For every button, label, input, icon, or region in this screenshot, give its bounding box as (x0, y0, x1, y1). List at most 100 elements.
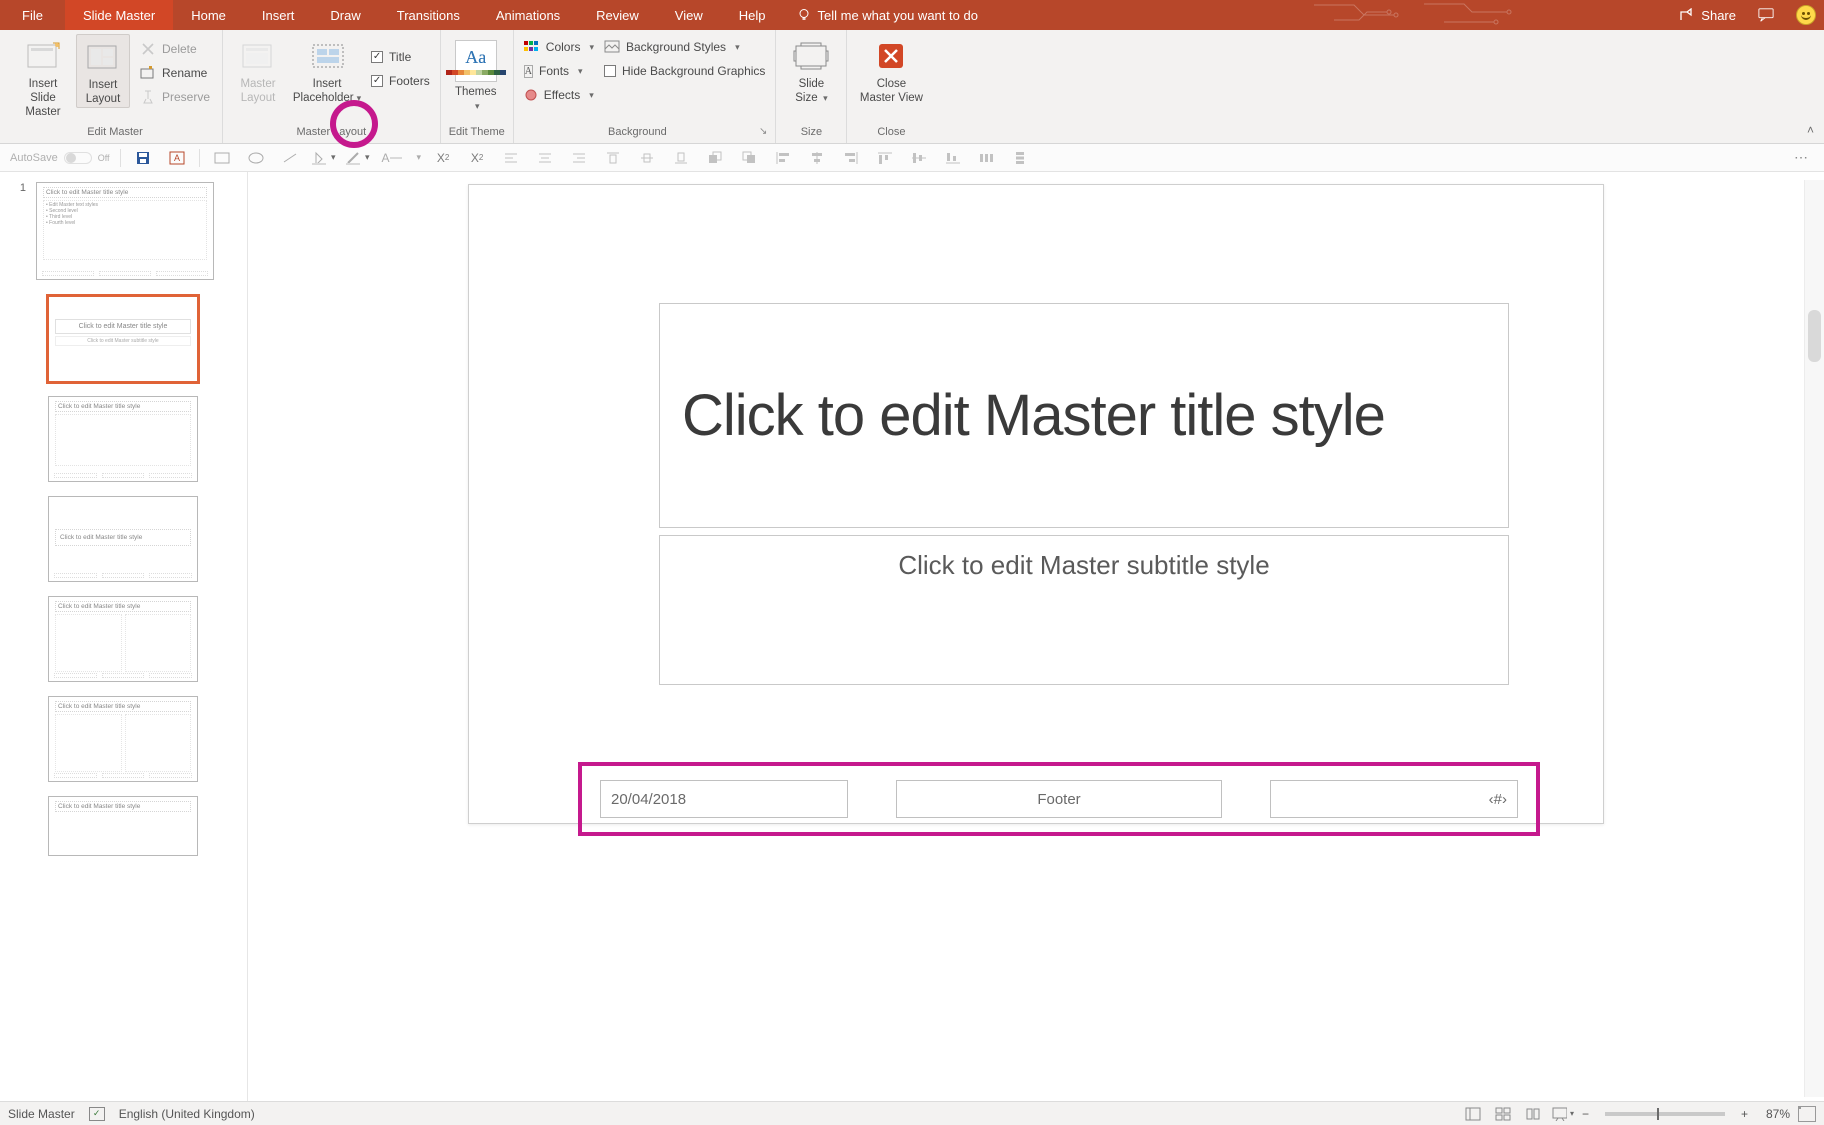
slide-number-placeholder[interactable]: ‹#› (1270, 780, 1518, 818)
align-center-button[interactable] (533, 148, 557, 168)
tab-view[interactable]: View (657, 0, 721, 30)
slide-size-button[interactable]: Slide Size ▾ (784, 34, 838, 106)
delete-icon (140, 41, 156, 57)
shape-ellipse-button[interactable] (244, 148, 268, 168)
footers-checkbox[interactable]: Footers (369, 72, 432, 90)
tab-draw[interactable]: Draw (312, 0, 378, 30)
status-language[interactable]: English (United Kingdom) (119, 1107, 255, 1121)
align-objects-right-button[interactable] (839, 148, 863, 168)
subscript-button[interactable]: X2 (431, 148, 455, 168)
insert-slide-master-button[interactable]: Insert Slide Master (16, 34, 70, 119)
shape-line-button[interactable] (278, 148, 302, 168)
subtitle-placeholder[interactable]: Click to edit Master subtitle style (659, 535, 1509, 685)
tell-me-search[interactable]: Tell me what you want to do (784, 0, 990, 30)
chevron-down-icon: ▾ (589, 42, 594, 53)
fonts-dropdown[interactable]: A Fonts▾ (522, 62, 596, 80)
background-styles-icon (604, 40, 620, 54)
footer-placeholder[interactable]: Footer (896, 780, 1222, 818)
group-label-size: Size (784, 124, 838, 141)
autosave-toggle[interactable]: AutoSave Off (10, 152, 110, 164)
align-objects-center-button[interactable] (805, 148, 829, 168)
slide-canvas-area[interactable]: Click to edit Master title style Click t… (248, 172, 1824, 1101)
tab-insert[interactable]: Insert (244, 0, 313, 30)
zoom-in-button[interactable]: + (1741, 1107, 1748, 1121)
insert-layout-button[interactable]: Insert Layout (76, 34, 130, 108)
background-styles-dropdown[interactable]: Background Styles▾ (602, 38, 767, 56)
tab-home[interactable]: Home (173, 0, 244, 30)
thumbnail-layout-title-only[interactable]: Click to edit Master title style (48, 796, 198, 856)
superscript-button[interactable]: X2 (465, 148, 489, 168)
title-placeholder[interactable]: Click to edit Master title style (659, 303, 1509, 528)
close-master-view-button[interactable]: Close Master View (855, 34, 927, 106)
delete-button[interactable]: Delete (136, 40, 214, 58)
text-box-button[interactable]: A (165, 148, 189, 168)
thumbnail-layout-title-slide[interactable]: Click to edit Master title style Click t… (48, 296, 198, 382)
thumb-footer (54, 773, 192, 778)
thumbnail-layout-comparison[interactable]: Click to edit Master title style (48, 696, 198, 782)
reading-view-button[interactable] (1522, 1105, 1544, 1123)
tab-slide-master[interactable]: Slide Master (65, 0, 173, 30)
font-color-button[interactable]: A (380, 148, 404, 168)
align-top-button[interactable] (601, 148, 625, 168)
distribute-vertical-button[interactable] (1009, 148, 1033, 168)
align-objects-top-button[interactable] (873, 148, 897, 168)
autosave-state: Off (98, 153, 110, 163)
feedback-smiley-icon[interactable] (1796, 5, 1816, 25)
align-objects-bottom-button[interactable] (941, 148, 965, 168)
thumb-title: Click to edit Master title style (55, 601, 191, 612)
align-left-button[interactable] (499, 148, 523, 168)
zoom-slider[interactable] (1605, 1112, 1725, 1116)
thumb-title: Click to edit Master title style (55, 529, 191, 546)
send-backward-button[interactable] (737, 148, 761, 168)
outline-color-button[interactable]: ▾ (346, 148, 370, 168)
overflow-button[interactable]: ⋯ (1794, 149, 1810, 166)
rename-button[interactable]: Rename (136, 64, 214, 82)
tab-help[interactable]: Help (721, 0, 784, 30)
fill-color-button[interactable]: ▾ (312, 148, 336, 168)
slide-master-editor[interactable]: Click to edit Master title style Click t… (468, 184, 1604, 824)
thumbnail-layout-title-content[interactable]: Click to edit Master title style (48, 396, 198, 482)
slide-sorter-view-button[interactable] (1492, 1105, 1514, 1123)
distribute-horizontal-button[interactable] (975, 148, 999, 168)
thumbnail-slide-master[interactable]: Click to edit Master title style • Edit … (36, 182, 214, 280)
hide-background-checkbox[interactable]: Hide Background Graphics (602, 62, 767, 80)
slideshow-view-button[interactable]: ▾ (1552, 1105, 1574, 1123)
svg-text:A: A (174, 153, 180, 163)
fit-to-window-button[interactable] (1798, 1106, 1816, 1122)
align-objects-left-button[interactable] (771, 148, 795, 168)
comments-icon[interactable] (1758, 7, 1774, 23)
colors-dropdown[interactable]: Colors▾ (522, 38, 596, 56)
title-checkbox[interactable]: Title (369, 48, 432, 66)
effects-dropdown[interactable]: Effects▾ (522, 86, 596, 104)
tab-transitions[interactable]: Transitions (379, 0, 478, 30)
thumbnail-layout-two-content[interactable]: Click to edit Master title style (48, 596, 198, 682)
tab-file[interactable]: File (0, 0, 65, 30)
normal-view-button[interactable] (1462, 1105, 1484, 1123)
align-middle-button[interactable] (635, 148, 659, 168)
themes-button[interactable]: Aa Themes▾ (449, 34, 503, 114)
date-placeholder[interactable]: 20/04/2018 (600, 780, 848, 818)
shape-rectangle-button[interactable] (210, 148, 234, 168)
collapse-ribbon-button[interactable]: ˄ (1807, 123, 1814, 137)
thumb-footer (42, 271, 208, 276)
footer-text: Footer (1037, 791, 1080, 808)
bring-forward-button[interactable] (703, 148, 727, 168)
scrollbar-thumb[interactable] (1808, 310, 1821, 362)
zoom-value[interactable]: 87% (1756, 1107, 1790, 1121)
tab-animations[interactable]: Animations (478, 0, 578, 30)
tab-review[interactable]: Review (578, 0, 657, 30)
thumbnail-pane[interactable]: 1 Click to edit Master title style • Edi… (0, 172, 248, 1101)
spellcheck-icon[interactable]: ✓ (89, 1107, 105, 1121)
align-objects-middle-button[interactable] (907, 148, 931, 168)
zoom-out-button[interactable]: − (1582, 1107, 1589, 1121)
vertical-scrollbar[interactable] (1804, 180, 1824, 1097)
share-button[interactable]: Share (1679, 7, 1736, 23)
save-button[interactable] (131, 148, 155, 168)
dialog-launcher-icon[interactable]: ↘ (759, 126, 767, 137)
align-bottom-button[interactable] (669, 148, 693, 168)
align-right-button[interactable] (567, 148, 591, 168)
thumb-title: Click to edit Master title style (55, 319, 191, 334)
thumbnail-layout-section-header[interactable]: Click to edit Master title style (48, 496, 198, 582)
preserve-button[interactable]: Preserve (136, 88, 214, 106)
insert-placeholder-button[interactable]: Insert Placeholder▾ (291, 34, 363, 106)
